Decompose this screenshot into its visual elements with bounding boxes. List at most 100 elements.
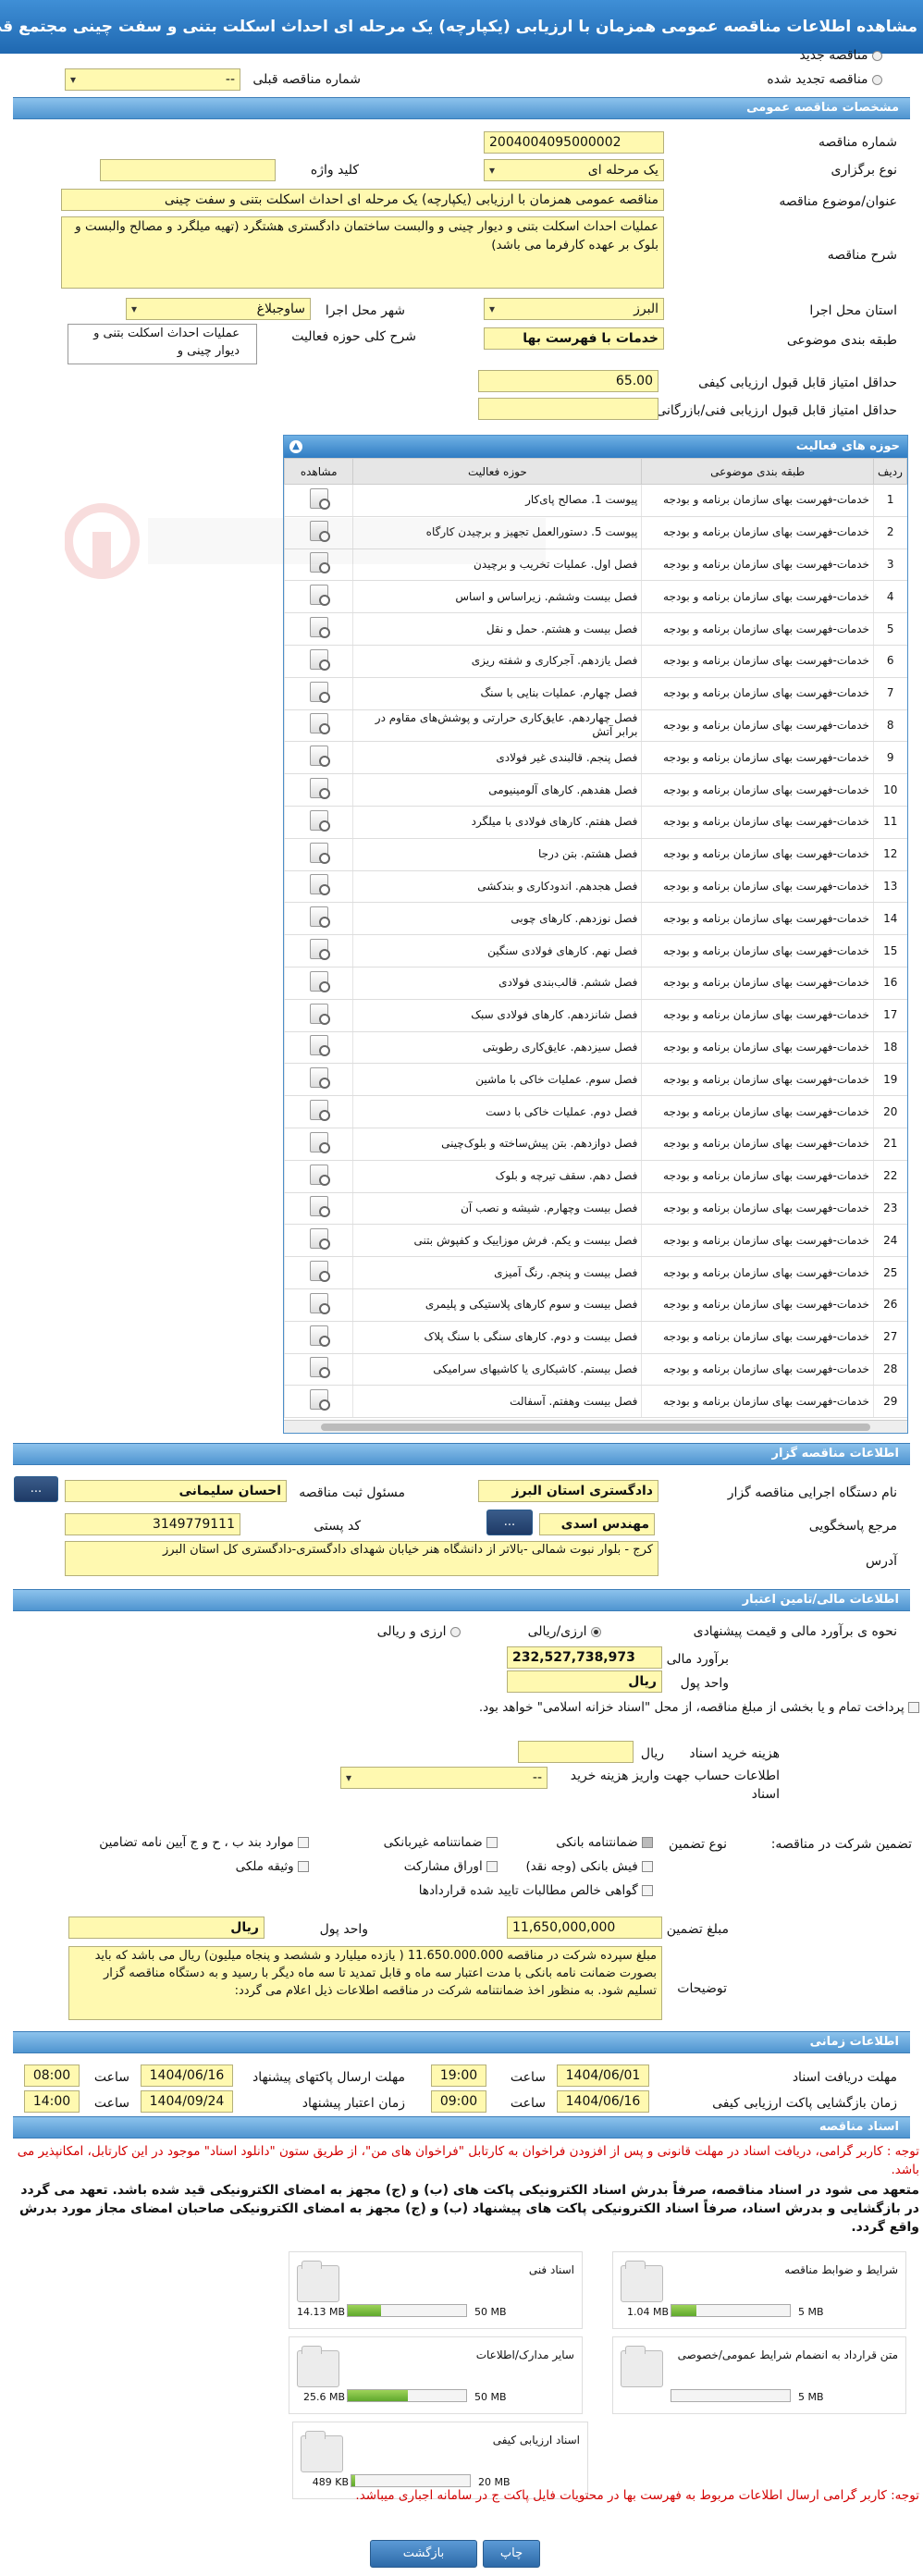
- row-view[interactable]: [284, 1128, 353, 1161]
- scope-list[interactable]: عملیات احداث اسکلت بتنی و دیوار چینی و: [68, 324, 257, 364]
- property-bond-option[interactable]: وثیقه ملکی: [236, 1859, 309, 1874]
- article-items-option[interactable]: موارد بند ب ، ح و ج آیین نامه تضامین: [99, 1835, 309, 1850]
- responder-select-button[interactable]: ...: [486, 1510, 533, 1535]
- row-view[interactable]: [284, 580, 353, 614]
- document-tile[interactable]: شرایط و ضوابط مناقصه 5 MB 1.04 MB: [612, 2251, 906, 2329]
- row-view[interactable]: [284, 1256, 353, 1289]
- document-tile[interactable]: سایر مدارک/اطلاعات 50 MB 25.6 MB: [289, 2336, 583, 2414]
- nonbank-guarantee-option[interactable]: ضمانتنامه غیربانکی: [384, 1835, 498, 1850]
- row-view[interactable]: [284, 838, 353, 871]
- city-select[interactable]: ساوجبلاغ: [126, 298, 311, 320]
- article-items-checkbox[interactable]: [298, 1837, 309, 1848]
- view-details-icon[interactable]: [309, 1067, 330, 1090]
- row-view[interactable]: [284, 1095, 353, 1128]
- row-view[interactable]: [284, 548, 353, 582]
- view-details-icon[interactable]: [309, 1261, 330, 1283]
- view-details-icon[interactable]: [309, 1325, 330, 1347]
- print-button[interactable]: چاپ: [483, 2540, 540, 2568]
- row-view[interactable]: [284, 612, 353, 646]
- view-details-icon[interactable]: [309, 617, 330, 639]
- view-details-icon[interactable]: [309, 809, 330, 832]
- cash-receipt-checkbox[interactable]: [642, 1861, 653, 1872]
- renewed-tender-option[interactable]: مناقصه تجدید شده: [767, 72, 882, 87]
- collapse-icon[interactable]: ▲: [289, 440, 302, 453]
- row-view[interactable]: [284, 1160, 353, 1193]
- view-details-icon[interactable]: [309, 778, 330, 800]
- row-view[interactable]: [284, 516, 353, 549]
- view-details-icon[interactable]: [309, 713, 330, 735]
- document-tile[interactable]: اسناد فنی 50 MB 14.13 MB: [289, 2251, 583, 2329]
- method-both-radio[interactable]: [450, 1626, 461, 1637]
- row-view[interactable]: [284, 741, 353, 775]
- col-activity[interactable]: حوزه فعالیت: [352, 458, 643, 485]
- method-both-option[interactable]: ارزی و ریالی: [377, 1624, 461, 1639]
- keyword-field[interactable]: [100, 159, 276, 181]
- nonbank-guarantee-checkbox[interactable]: [486, 1837, 498, 1848]
- cash-receipt-option[interactable]: فیش بانکی (وجه نقد): [525, 1859, 653, 1874]
- col-view[interactable]: مشاهده: [284, 458, 354, 485]
- type-select[interactable]: یک مرحله ای: [484, 159, 664, 181]
- row-view[interactable]: [284, 902, 353, 936]
- new-tender-option[interactable]: مناقصه جدید: [800, 48, 882, 63]
- account-select[interactable]: --: [340, 1767, 548, 1789]
- view-details-icon[interactable]: [309, 906, 330, 929]
- treasury-checkbox[interactable]: [908, 1702, 919, 1713]
- grid-scrollbar[interactable]: [284, 1420, 907, 1433]
- view-details-icon[interactable]: [309, 1196, 330, 1218]
- view-details-icon[interactable]: [309, 1292, 330, 1314]
- view-details-icon[interactable]: [309, 1100, 330, 1122]
- row-view[interactable]: [284, 1288, 353, 1322]
- view-details-icon[interactable]: [309, 1357, 330, 1379]
- row-view[interactable]: [284, 645, 353, 678]
- bonds-option[interactable]: اوراق مشارکت: [404, 1859, 498, 1874]
- row-view[interactable]: [284, 484, 353, 517]
- row-view[interactable]: [284, 1192, 353, 1226]
- row-view[interactable]: [284, 1321, 353, 1354]
- row-view[interactable]: [284, 967, 353, 1000]
- bank-guarantee-option[interactable]: ضمانتنامه بانکی: [556, 1835, 653, 1850]
- view-details-icon[interactable]: [309, 1228, 330, 1251]
- view-details-icon[interactable]: [309, 1164, 330, 1186]
- view-details-icon[interactable]: [309, 520, 330, 542]
- prev-number-select[interactable]: --: [65, 68, 240, 91]
- document-tile[interactable]: متن قرارداد به انضمام شرایط عمومی/خصوصی 5…: [612, 2336, 906, 2414]
- grid-scroll-thumb[interactable]: [321, 1424, 870, 1431]
- view-details-icon[interactable]: [309, 487, 330, 510]
- row-view[interactable]: [284, 773, 353, 807]
- row-view[interactable]: [284, 1385, 353, 1419]
- bonds-checkbox[interactable]: [486, 1861, 498, 1872]
- row-view[interactable]: [284, 1224, 353, 1258]
- view-details-icon[interactable]: [309, 939, 330, 961]
- new-tender-radio[interactable]: [872, 50, 882, 61]
- view-details-icon[interactable]: [309, 1389, 330, 1411]
- row-view[interactable]: [284, 709, 353, 743]
- row-view[interactable]: [284, 806, 353, 839]
- view-details-icon[interactable]: [309, 746, 330, 768]
- view-details-icon[interactable]: [309, 842, 330, 864]
- province-select[interactable]: البرز: [484, 298, 664, 320]
- net-claims-option[interactable]: گواهی خالص مطالبات تایید شده قراردادها: [419, 1883, 653, 1898]
- view-details-icon[interactable]: [309, 1035, 330, 1057]
- row-view[interactable]: [284, 934, 353, 968]
- method-rial-option[interactable]: ارزی/ریالی: [528, 1624, 601, 1639]
- property-bond-checkbox[interactable]: [298, 1861, 309, 1872]
- col-row[interactable]: ردیف: [872, 458, 907, 485]
- row-view[interactable]: [284, 870, 353, 904]
- row-view[interactable]: [284, 677, 353, 710]
- row-view[interactable]: [284, 999, 353, 1032]
- view-details-icon[interactable]: [309, 552, 330, 574]
- view-details-icon[interactable]: [309, 648, 330, 671]
- view-details-icon[interactable]: [309, 970, 330, 992]
- col-category[interactable]: طبقه بندی موضوعی: [641, 458, 874, 485]
- bank-guarantee-checkbox[interactable]: [642, 1837, 653, 1848]
- method-rial-radio[interactable]: [591, 1626, 601, 1637]
- net-claims-checkbox[interactable]: [642, 1885, 653, 1896]
- view-details-icon[interactable]: [309, 681, 330, 703]
- notes-field[interactable]: مبلغ سپرده شرکت در مناقصه 11.650.000.000…: [68, 1946, 662, 2020]
- view-details-icon[interactable]: [309, 585, 330, 607]
- row-view[interactable]: [284, 1063, 353, 1097]
- row-view[interactable]: [284, 1031, 353, 1065]
- back-button[interactable]: بازگشت: [370, 2540, 477, 2568]
- row-view[interactable]: [284, 1353, 353, 1387]
- renewed-tender-radio[interactable]: [872, 74, 882, 85]
